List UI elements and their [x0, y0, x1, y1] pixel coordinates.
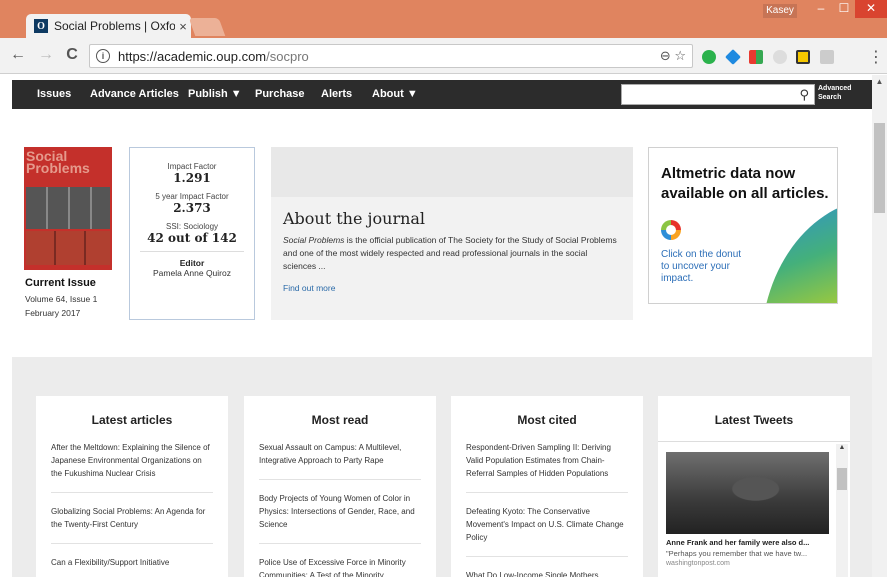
tab-close-icon[interactable]: ×: [175, 19, 191, 34]
latest-tweets-heading: Latest Tweets: [714, 413, 794, 427]
ssi-value: 42 out of 142: [147, 231, 237, 245]
altmetric-banner[interactable]: Altmetric data now available on all arti…: [648, 147, 838, 304]
address-bar[interactable]: i https://academic.oup.com /socpro ⊖ ☆: [89, 44, 693, 68]
about-description: Social Problems is the official publicat…: [283, 235, 617, 271]
url-path: /socpro: [266, 48, 309, 64]
dropbox-extension-icon[interactable]: [725, 49, 741, 65]
five-year-value: 2.373: [173, 201, 211, 215]
altmetric-swoosh-graphic: [761, 198, 837, 303]
pdf-extension-icon[interactable]: [820, 50, 834, 64]
tweet-scrollbar[interactable]: ▲: [836, 444, 848, 577]
impact-factor-value: 1.291: [173, 171, 211, 185]
grey-extension-icon[interactable]: [773, 50, 787, 64]
list-item[interactable]: What Do Low-Income Single Mothers: [466, 569, 628, 577]
altmetric-cta: Click on the donut to uncover your impac…: [661, 249, 742, 284]
minimize-button[interactable]: –: [809, 0, 833, 18]
page-viewport: Issues Advance Articles Publish ▼ Purcha…: [0, 75, 872, 577]
page-scroll-up-icon[interactable]: ▲: [872, 75, 887, 86]
browser-titlebar: O Social Problems | Oxford × Kasey – ☐ ✕: [0, 0, 887, 38]
tweet-feed[interactable]: Anne Frank and her family were also d...…: [658, 441, 850, 577]
nav-about[interactable]: About ▼: [372, 88, 418, 100]
nav-purchase[interactable]: Purchase: [255, 88, 305, 100]
list-item[interactable]: Defeating Kyoto: The Conservative Moveme…: [466, 505, 628, 557]
altmetric-donut-icon[interactable]: [661, 220, 681, 240]
page-scrollbar[interactable]: ▲: [872, 75, 887, 577]
new-tab-button[interactable]: [188, 18, 226, 36]
close-window-button[interactable]: ✕: [855, 0, 887, 18]
ssi-label: SSI: Sociology: [165, 222, 219, 231]
tweet-photo[interactable]: [666, 452, 829, 534]
scroll-up-icon[interactable]: ▲: [836, 444, 848, 451]
find-out-more-link[interactable]: Find out more: [283, 283, 633, 293]
list-item[interactable]: Police Use of Excessive Force in Minorit…: [259, 556, 421, 577]
most-cited-heading: Most cited: [517, 413, 577, 427]
oup-favicon-icon: O: [34, 19, 48, 33]
nav-publish[interactable]: Publish ▼: [188, 88, 242, 100]
latest-articles-card: Latest articles After the Meltdown: Expl…: [36, 396, 228, 577]
advanced-search-link[interactable]: Advanced Search: [818, 84, 851, 102]
maximize-button[interactable]: ☐: [833, 0, 855, 18]
tab-title: Social Problems | Oxford: [54, 19, 175, 33]
most-read-card: Most read Sexual Assault on Campus: A Mu…: [244, 396, 436, 577]
forward-button[interactable]: →: [36, 46, 56, 64]
list-item[interactable]: Sexual Assault on Campus: A Multilevel, …: [259, 441, 421, 480]
reload-button[interactable]: C: [62, 46, 82, 64]
tweet-quote: "Perhaps you remember that we have tw...: [666, 549, 808, 558]
nav-alerts[interactable]: Alerts: [321, 88, 352, 100]
profile-badge[interactable]: Kasey: [763, 4, 797, 18]
browser-tab[interactable]: O Social Problems | Oxford ×: [26, 14, 191, 38]
issue-date: February 2017: [25, 308, 81, 318]
latest-tweets-card: Latest Tweets Anne Frank and her family …: [658, 396, 850, 577]
list-item[interactable]: Body Projects of Young Women of Color in…: [259, 492, 421, 544]
cover-title: Social Problems: [26, 148, 90, 176]
editor-label: Editor: [179, 258, 205, 268]
nav-issues[interactable]: Issues: [37, 88, 71, 100]
bookmark-star-icon[interactable]: ☆: [674, 48, 686, 63]
journal-cover-image[interactable]: Social Problems: [24, 147, 112, 270]
colorful-extension-icon[interactable]: [749, 50, 763, 64]
browser-toolbar: ← → C i https://academic.oup.com /socpro…: [0, 38, 887, 74]
back-button[interactable]: ←: [8, 46, 28, 64]
issue-volume: Volume 64, Issue 1: [25, 294, 98, 304]
latest-articles-heading: Latest articles: [91, 413, 173, 427]
site-search-input[interactable]: ⚲: [621, 84, 815, 105]
list-item[interactable]: After the Meltdown: Explaining the Silen…: [51, 441, 213, 493]
chrome-menu-icon[interactable]: ⋮: [868, 47, 884, 67]
list-item[interactable]: Globalizing Social Problems: An Agenda f…: [51, 505, 213, 544]
about-journal-panel: About the journal Social Problems is the…: [271, 147, 633, 320]
list-item[interactable]: Respondent-Driven Sampling II: Deriving …: [466, 441, 628, 493]
search-icon[interactable]: ⚲: [799, 87, 809, 103]
site-info-icon[interactable]: i: [96, 49, 110, 63]
content-lists: Latest articles After the Meltdown: Expl…: [12, 357, 872, 577]
url-host: https://academic.oup.com: [118, 48, 267, 64]
journal-metrics-box: Impact Factor 1.291 5 year Impact Factor…: [129, 147, 255, 320]
zoom-icon[interactable]: ⊖: [660, 48, 671, 63]
current-issue-link[interactable]: Current Issue: [25, 277, 96, 289]
metrics-divider: [140, 251, 244, 252]
tweet-headline[interactable]: Anne Frank and her family were also d...: [666, 538, 809, 547]
grammarly-extension-icon[interactable]: [702, 50, 716, 64]
page-scroll-thumb[interactable]: [874, 123, 885, 213]
most-cited-card: Most cited Respondent-Driven Sampling II…: [451, 396, 643, 577]
editor-name: Pamela Anne Quiroz: [153, 268, 231, 278]
site-navigation: Issues Advance Articles Publish ▼ Purcha…: [12, 80, 872, 109]
list-item[interactable]: Can a Flexibility/Support Initiative: [51, 556, 213, 577]
nav-advance-articles[interactable]: Advance Articles: [90, 88, 179, 100]
tweet-source[interactable]: washingtonpost.com: [666, 560, 730, 567]
about-title: About the journal: [283, 209, 426, 228]
altmetric-title: Altmetric data now available on all arti…: [661, 165, 829, 202]
impact-factor-label: Impact Factor: [167, 162, 217, 171]
most-read-heading: Most read: [311, 413, 369, 427]
tweet-scroll-thumb[interactable]: [837, 468, 847, 490]
checklist-extension-icon[interactable]: [796, 50, 810, 64]
five-year-label: 5 year Impact Factor: [155, 192, 229, 201]
